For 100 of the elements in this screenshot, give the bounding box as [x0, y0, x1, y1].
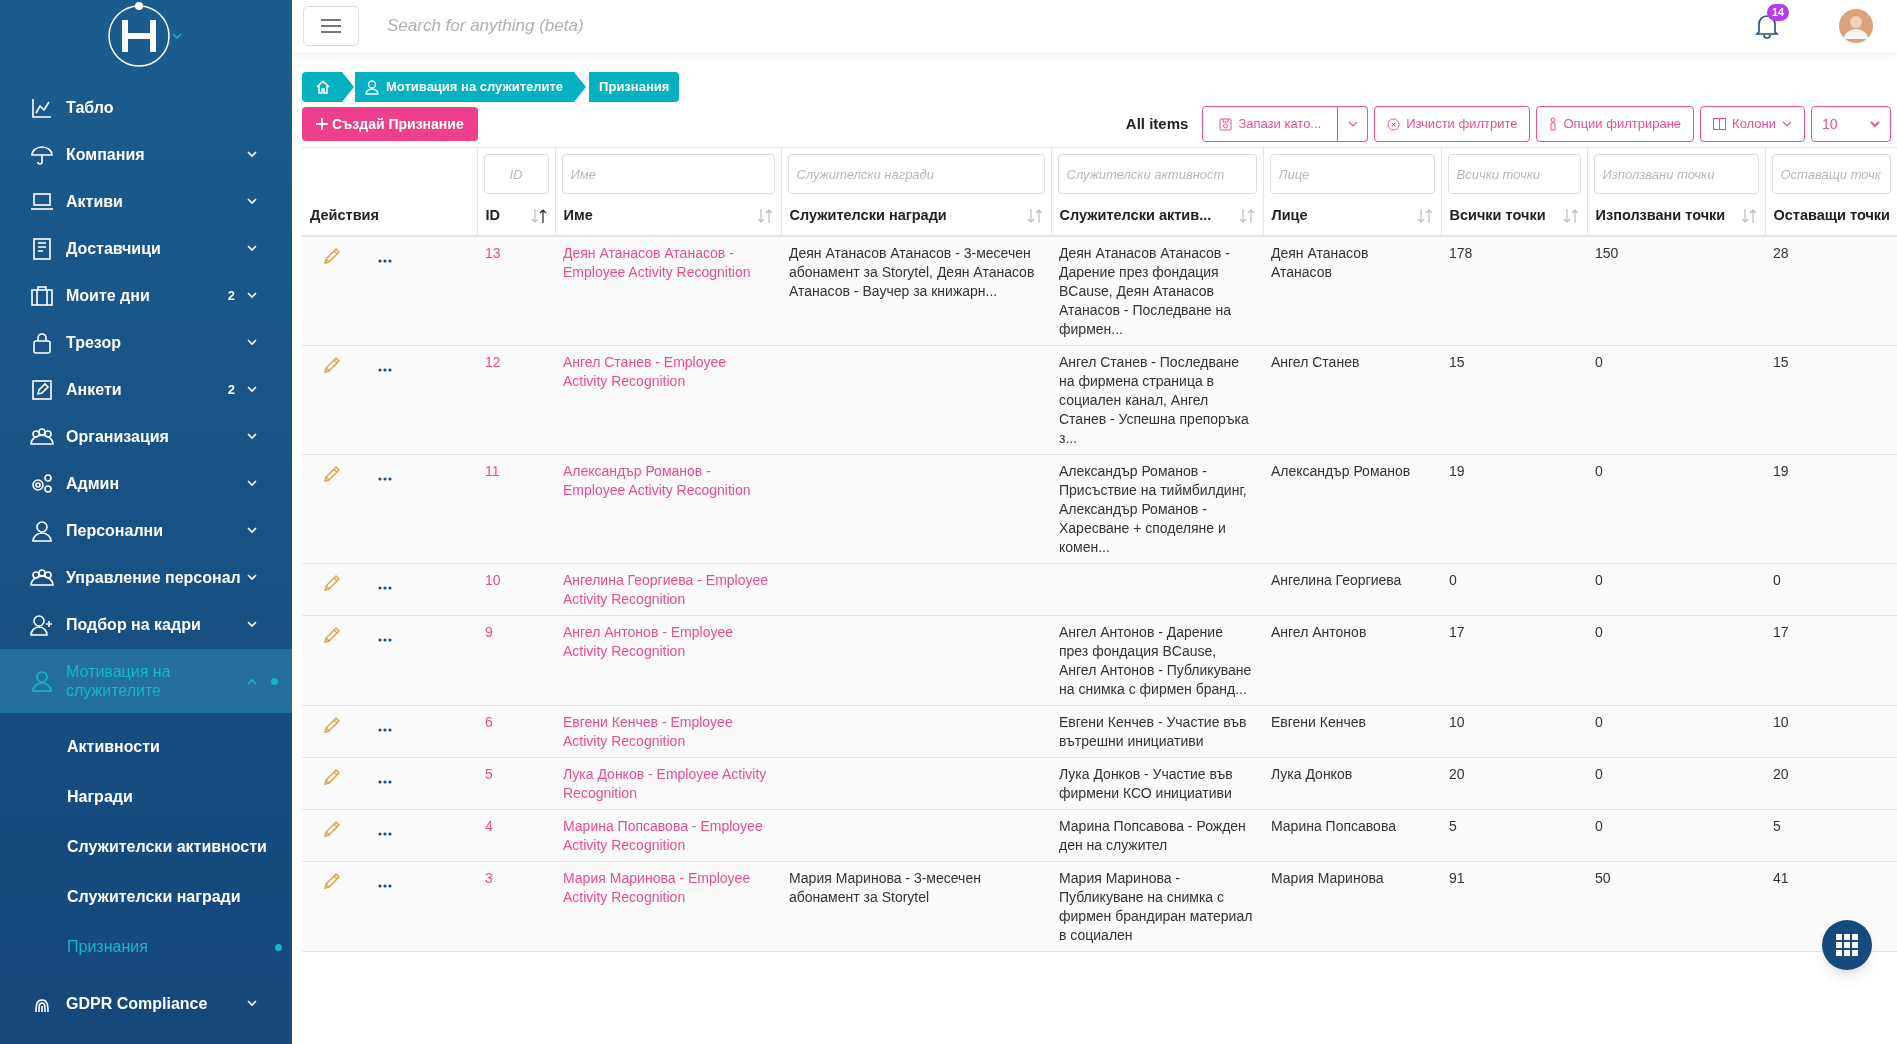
id-link[interactable]: 5	[485, 765, 547, 784]
table-cell-text: 20	[1773, 765, 1790, 784]
table-cell-text: Деян Атанасов Атанасов	[1271, 244, 1370, 282]
table-cell-text: Александър Романов - Присъствие на тиймбилдинг, Александър Романов - Харесване + споделяне и комен...	[1059, 462, 1248, 557]
table-cell-text: 0	[1595, 765, 1604, 784]
table-cell-text: 5	[1773, 817, 1782, 836]
submenu-item[interactable]: Служителски активности	[0, 822, 292, 872]
submenu-item[interactable]: Активности	[0, 722, 292, 772]
create-button[interactable]: Създай Признание	[302, 107, 478, 141]
sidebar-item[interactable]: Компания	[0, 131, 292, 178]
filter-field[interactable]: Име	[561, 154, 775, 194]
table-cell-text: 17	[1773, 623, 1790, 642]
table-cell-text: Ангел Станев - Последване на фирмена страница в социален канал, Ангел Станев - Успешна препоръка з...	[1059, 353, 1250, 448]
sidebar-label: Персонални	[66, 520, 165, 541]
sidebar-label: Активи	[66, 191, 124, 212]
id-link[interactable]: 4	[485, 817, 547, 836]
search-field[interactable]: Search for anything (beta)	[387, 13, 1721, 39]
count-label: 2	[227, 286, 235, 305]
record-link[interactable]: Мария Маринова - Employee Activity Recognition	[563, 869, 773, 907]
sidebar-item[interactable]: Трезор	[0, 319, 292, 366]
table-cell-text: 41	[1773, 869, 1790, 888]
sidebar-item[interactable]: Админ	[0, 460, 292, 507]
table-cell-text: 0	[1773, 571, 1782, 590]
filter-field[interactable]: Служителски награди	[787, 154, 1045, 194]
sidebar-item[interactable]: Персонални	[0, 507, 292, 554]
record-link[interactable]: Лука Донков - Employee Activity Recognition	[563, 765, 773, 803]
column-header: Всички точки	[1449, 205, 1546, 225]
submenu-item[interactable]: Служителски награди	[0, 872, 292, 922]
filter-field[interactable]: Използвани точки	[1593, 154, 1759, 194]
sidebar-item[interactable]: Доставчици	[0, 225, 292, 272]
sidebar-label: Анкети	[66, 379, 123, 400]
record-link[interactable]: Ангелина Георгиева - Employee Activity Recognition	[563, 571, 773, 609]
id-link[interactable]: 3	[485, 869, 547, 888]
sidebar-item[interactable]: Управление персонал	[0, 554, 292, 601]
clear-button[interactable]: Изчисти филтрите	[1374, 106, 1531, 142]
table-cell-text: 5	[1449, 817, 1458, 836]
sidebar-item[interactable]: Моите дни 2	[0, 272, 292, 319]
column-header: Лице	[1271, 205, 1308, 225]
sidebar-item[interactable]: Активи	[0, 178, 292, 225]
sidebar-label: Админ	[66, 473, 121, 494]
id-link[interactable]: 11	[485, 462, 547, 481]
table-cell-text: Ангелина Георгиева	[1271, 571, 1403, 590]
save-as-button[interactable]: Запази като...	[1202, 106, 1339, 142]
column-header: Име	[563, 205, 593, 225]
record-link[interactable]: Ангел Антонов - Employee Activity Recognition	[563, 623, 773, 661]
record-link[interactable]: Ангел Станев - Employee Activity Recognition	[563, 353, 773, 391]
sidebar-item[interactable]: Подбор на кадри	[0, 601, 292, 648]
sidebar-item[interactable]: GDPR Compliance	[0, 980, 292, 1027]
filter-field[interactable]: Служителски активност	[1057, 154, 1257, 194]
table-cell-text: 10	[1449, 713, 1466, 732]
columns-button[interactable]: Колони	[1700, 106, 1805, 142]
filter-field[interactable]: Оставащи точк	[1771, 154, 1891, 194]
table-cell-text: Лука Донков - Участие във фирмени КСО инициативи	[1059, 765, 1234, 803]
sidebar-item[interactable]: Организация	[0, 413, 292, 460]
record-link[interactable]: Марина Попсавова - Employee Activity Recognition	[563, 817, 773, 855]
notification-badge: 14	[1767, 4, 1790, 21]
table-cell-text: 20	[1449, 765, 1466, 784]
table-cell-text: 15	[1449, 353, 1466, 372]
column-header: Служителски актив...	[1059, 205, 1212, 225]
table-cell-text: 150	[1595, 244, 1620, 263]
submenu-label: Служителски активности	[67, 837, 268, 857]
id-link[interactable]: 10	[485, 571, 547, 590]
table-cell-text: Ангел Антонов - Дарение през фондация BCause, Ангел Антонов - Публикуване на снимка с фирмен бранд...	[1059, 623, 1253, 699]
record-link[interactable]: Евгени Кенчев - Employee Activity Recognition	[563, 713, 773, 751]
filter-field[interactable]: Лице	[1269, 154, 1435, 194]
sidebar-item[interactable]: Анкети 2	[0, 366, 292, 413]
table-cell-text: 15	[1773, 353, 1790, 372]
sidebar-label: Компания	[66, 144, 146, 165]
submenu-label: Награди	[67, 787, 134, 807]
submenu-item[interactable]: Признания	[0, 922, 292, 972]
filter-field[interactable]: ID	[483, 154, 549, 194]
sidebar-item[interactable]: Мотивация на служителите	[0, 649, 292, 713]
table-cell-text: 0	[1595, 817, 1604, 836]
column-header: Действия	[310, 205, 379, 225]
sidebar-label: Табло	[66, 97, 115, 118]
table-cell-text: Евгени Кенчев - Участие във вътрешни инициативи	[1059, 713, 1248, 751]
sidebar-label: Мотивация на служителите	[66, 662, 172, 700]
view-label: All items	[1125, 113, 1189, 134]
submenu-item[interactable]: Награди	[0, 772, 292, 822]
filter-field[interactable]: Всички точки	[1447, 154, 1581, 194]
sidebar-item[interactable]: Табло	[0, 84, 292, 131]
count-label: 2	[227, 380, 235, 399]
table-cell-text: 50	[1595, 869, 1612, 888]
page-size-select[interactable]: 10	[1811, 106, 1891, 142]
table-cell-text: Александър Романов	[1271, 462, 1412, 481]
table-cell-text: Мария Маринова - 3-месечен абонамент за Storytel	[789, 869, 982, 907]
table-cell-text: Ангел Станев	[1271, 353, 1361, 372]
id-link[interactable]: 6	[485, 713, 547, 732]
table-cell-text: Марина Попсавова - Рожден ден на служител	[1059, 817, 1247, 855]
id-link[interactable]: 12	[485, 353, 547, 372]
id-link[interactable]: 9	[485, 623, 547, 642]
submenu-label: Активности	[67, 737, 161, 757]
id-link[interactable]: 13	[485, 244, 547, 263]
table-cell-text: 10	[1773, 713, 1790, 732]
record-link[interactable]: Деян Атанасов Атанасов - Employee Activity Recognition	[563, 244, 773, 282]
table-cell-text: 0	[1595, 353, 1604, 372]
table-cell-text: 0	[1595, 462, 1604, 481]
filter-button[interactable]: Опции филтриране	[1536, 106, 1695, 142]
sidebar-label: Подбор на кадри	[66, 614, 202, 635]
record-link[interactable]: Александър Романов - Employee Activity Recognition	[563, 462, 773, 500]
